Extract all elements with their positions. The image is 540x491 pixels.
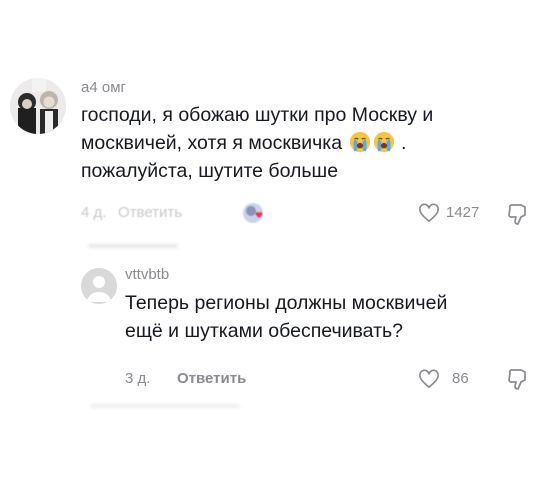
blurred-text-line xyxy=(88,244,178,248)
comment-time: 4 д. xyxy=(81,204,107,221)
comment-text-line: господи, я обожаю шутки про Москву и xyxy=(81,104,434,126)
heart-icon[interactable] xyxy=(418,203,440,223)
reply-button[interactable]: Ответить xyxy=(118,204,182,221)
reply-button[interactable]: Ответить xyxy=(177,370,246,387)
dislike-icon[interactable] xyxy=(506,367,530,391)
like-count: 1427 xyxy=(446,204,480,221)
comment-text-segment: москвичей, хотя я москвичка xyxy=(81,132,343,154)
loudly-crying-face-emoji-icon xyxy=(349,131,370,153)
dislike-icon[interactable] xyxy=(506,202,530,226)
comment-username[interactable]: а4 омг xyxy=(81,79,126,96)
comment-username[interactable]: vttvbtb xyxy=(125,266,169,283)
default-avatar[interactable] xyxy=(81,268,117,304)
comment-text-segment: . xyxy=(400,132,407,154)
default-avatar-icon xyxy=(81,268,117,304)
comment-text-line: ещё и шутками обеспечивать? xyxy=(125,320,403,342)
commenter-avatar[interactable] xyxy=(10,78,66,134)
creator-liked-badge-icon xyxy=(243,203,263,223)
loudly-crying-face-emoji-icon xyxy=(373,131,394,153)
comment-time: 3 д. xyxy=(125,370,151,387)
comment-text-line-emoji: москвичей, хотя я москвичка . xyxy=(81,129,406,157)
user-photo-avatar-icon xyxy=(10,78,66,134)
like-count: 86 xyxy=(452,370,469,387)
comment-text-line: Теперь регионы должны москвичей xyxy=(125,292,448,314)
comment-text-line: пожалуйста, шутите больше xyxy=(81,160,339,182)
heart-icon[interactable] xyxy=(418,369,440,389)
blurred-text-line xyxy=(90,404,240,408)
